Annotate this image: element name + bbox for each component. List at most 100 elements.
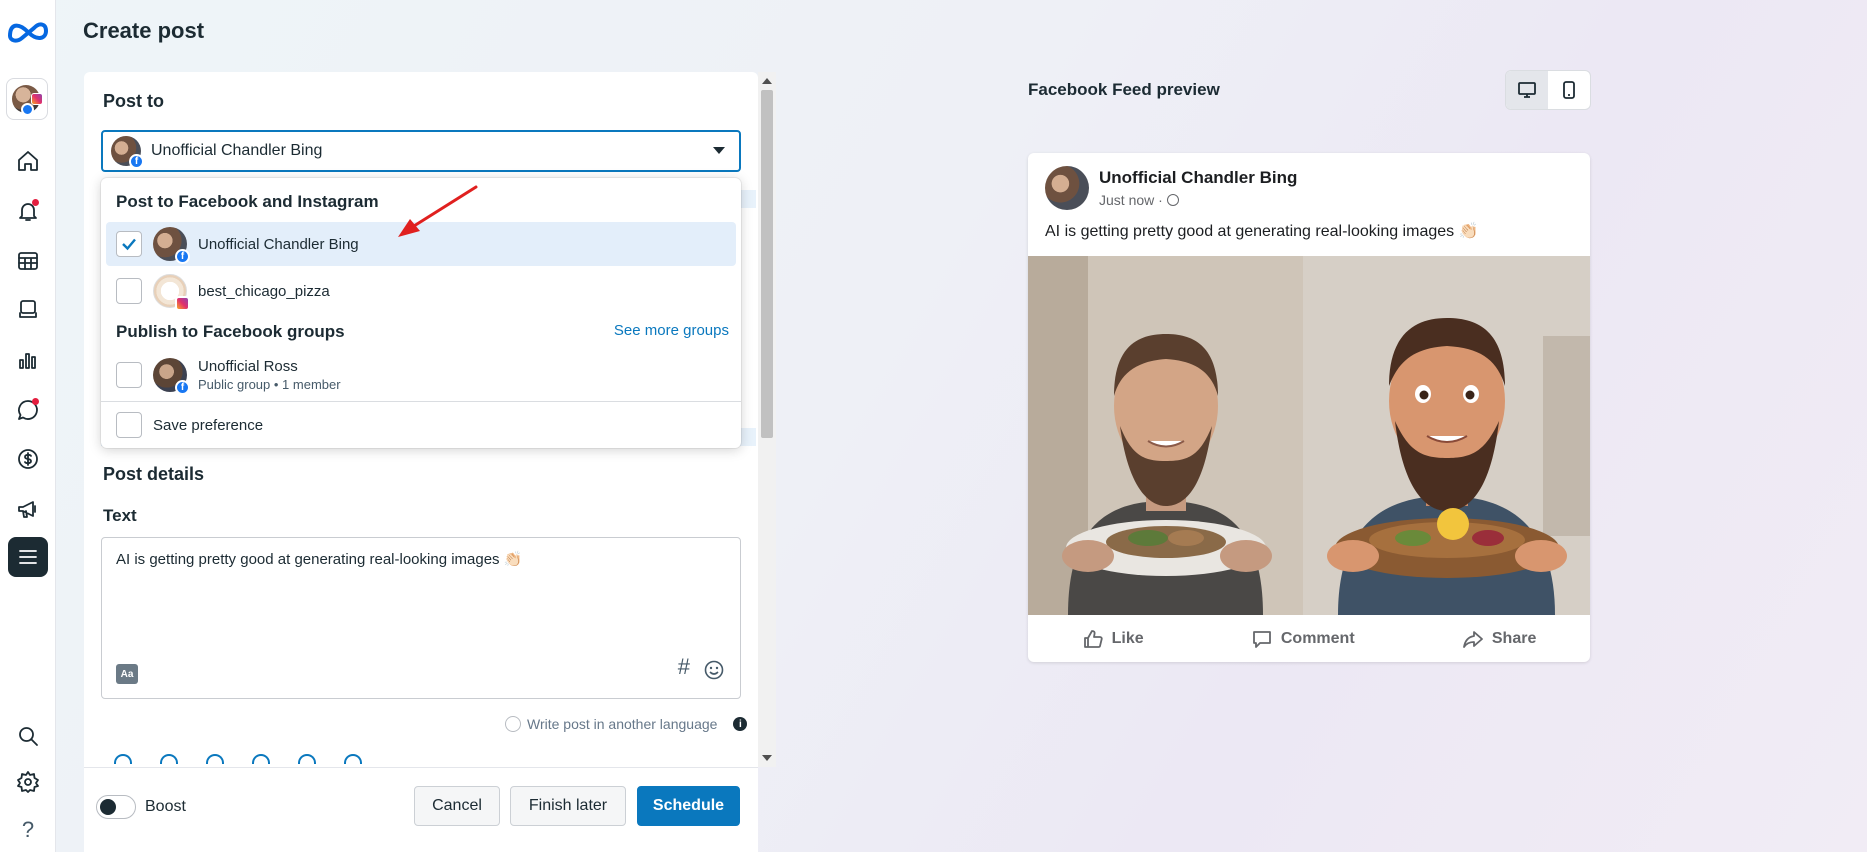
avatar: f	[111, 136, 144, 169]
dropdown-heading-accounts: Post to Facebook and Instagram	[116, 192, 379, 211]
account-checkbox[interactable]	[116, 278, 142, 304]
facebook-post-preview: Unofficial Chandler Bing Just now · AI i…	[1028, 153, 1590, 662]
search-icon[interactable]	[8, 716, 48, 756]
toggle-knob	[100, 799, 116, 815]
dollar-icon[interactable]	[8, 439, 48, 479]
checkmark-icon	[122, 238, 136, 251]
lab-icon[interactable]	[298, 754, 316, 764]
post-text-value: AI is getting pretty good at generating …	[116, 551, 523, 568]
another-language-label: Write post in another language	[527, 716, 718, 732]
text-format-icon[interactable]: Aa	[116, 664, 138, 684]
emoji-icon[interactable]	[704, 660, 724, 680]
megaphone-icon[interactable]	[8, 489, 48, 529]
chat-icon[interactable]	[8, 390, 48, 430]
bar-chart-icon[interactable]	[8, 340, 48, 380]
post-footer: Boost Cancel Finish later Schedule	[84, 767, 758, 852]
preview-device-toggle	[1505, 70, 1591, 110]
group-option-label: Unofficial Ross	[198, 358, 298, 375]
preview-images	[1028, 256, 1590, 615]
gear-icon[interactable]	[8, 762, 48, 802]
save-preference-checkbox[interactable]	[116, 412, 142, 438]
menu-icon[interactable]	[8, 537, 48, 577]
post-tools-row	[114, 754, 362, 764]
comment-button[interactable]: Comment	[1251, 628, 1355, 650]
account-option[interactable]: best_chicago_pizza	[106, 269, 736, 313]
preview-timestamp: Just now ·	[1099, 192, 1179, 208]
stack-icon[interactable]	[8, 290, 48, 330]
page-title: Create post	[83, 18, 205, 43]
info-icon[interactable]: i	[733, 717, 748, 731]
annotation-arrow-icon	[398, 185, 478, 237]
instagram-badge-icon	[31, 93, 43, 105]
thumbs-up-icon	[1083, 629, 1103, 648]
facebook-badge-icon: f	[175, 249, 190, 264]
save-preference-option[interactable]: Save preference	[106, 403, 736, 447]
avatar	[1045, 166, 1089, 210]
like-button[interactable]: Like	[1082, 628, 1144, 650]
save-preference-label: Save preference	[153, 416, 264, 434]
facebook-badge-icon	[21, 103, 34, 116]
comment-label: Comment	[1280, 629, 1355, 647]
messenger-icon[interactable]	[206, 754, 224, 764]
divider	[101, 401, 741, 402]
help-icon[interactable]: ?	[8, 810, 48, 850]
preview-post-text: AI is getting pretty good at generating …	[1045, 223, 1479, 240]
inbox-dot	[32, 398, 39, 405]
left-nav-rail: ?	[0, 0, 56, 852]
avatar: f	[153, 227, 190, 264]
post-to-select[interactable]: f Unofficial Chandler Bing	[101, 130, 741, 172]
preview-image-photo	[1028, 256, 1303, 615]
share-label: Share	[1491, 629, 1537, 647]
mobile-icon	[1563, 81, 1575, 99]
desktop-icon	[1518, 82, 1536, 98]
group-option[interactable]: f Unofficial Ross Public group • 1 membe…	[106, 350, 736, 400]
panel-scrollbar[interactable]	[758, 72, 776, 767]
more-icon[interactable]	[344, 754, 362, 764]
whatsapp-icon[interactable]	[252, 754, 270, 764]
preview-actions: Like Comment Share	[1028, 615, 1590, 662]
add-circle-icon	[505, 716, 521, 732]
post-text-input[interactable]: AI is getting pretty good at generating …	[101, 537, 741, 699]
write-in-another-language[interactable]: Write post in another language i	[505, 716, 748, 732]
group-option-sub: Public group • 1 member	[198, 377, 341, 392]
account-checkbox[interactable]	[116, 231, 142, 257]
home-icon[interactable]	[8, 141, 48, 181]
dropdown-heading-groups: Publish to Facebook groups	[116, 322, 345, 341]
comment-icon	[1252, 630, 1271, 648]
mobile-view-button[interactable]	[1548, 71, 1590, 109]
account-avatar[interactable]	[6, 78, 48, 120]
schedule-button[interactable]: Schedule	[637, 786, 740, 826]
desktop-view-button[interactable]	[1506, 71, 1548, 109]
selected-account: Unofficial Chandler Bing	[151, 142, 323, 159]
boost-label: Boost	[145, 798, 186, 815]
scroll-thumb[interactable]	[761, 90, 773, 438]
scroll-up-arrow-icon[interactable]	[762, 78, 772, 84]
cancel-button[interactable]: Cancel	[414, 786, 500, 826]
hashtag-icon[interactable]: #	[678, 654, 690, 680]
location-icon[interactable]	[160, 754, 178, 764]
bell-icon[interactable]	[8, 191, 48, 231]
account-option-label: best_chicago_pizza	[198, 282, 330, 300]
preview-title: Facebook Feed preview	[1028, 80, 1220, 99]
feeling-icon[interactable]	[114, 754, 132, 764]
facebook-badge-icon: f	[175, 380, 190, 395]
preview-time-label: Just now ·	[1099, 192, 1163, 208]
preview-image-cartoon	[1303, 256, 1590, 615]
avatar	[153, 274, 190, 311]
boost-toggle[interactable]	[96, 795, 136, 819]
post-to-label: Post to	[103, 91, 164, 111]
like-label: Like	[1111, 629, 1144, 647]
finish-later-button[interactable]: Finish later	[510, 786, 626, 826]
facebook-badge-icon: f	[129, 154, 144, 169]
account-option-label: Unofficial Chandler Bing	[198, 235, 359, 253]
table-icon[interactable]	[8, 241, 48, 281]
globe-icon	[1166, 194, 1179, 206]
group-checkbox[interactable]	[116, 362, 142, 388]
see-more-groups-link[interactable]: See more groups	[614, 322, 729, 339]
instagram-badge-icon	[175, 296, 190, 311]
scroll-down-arrow-icon[interactable]	[762, 755, 772, 761]
share-button[interactable]: Share	[1462, 628, 1536, 650]
preview-account-name: Unofficial Chandler Bing	[1099, 168, 1298, 187]
meta-logo[interactable]	[6, 18, 50, 44]
post-details-label: Post details	[103, 464, 205, 484]
